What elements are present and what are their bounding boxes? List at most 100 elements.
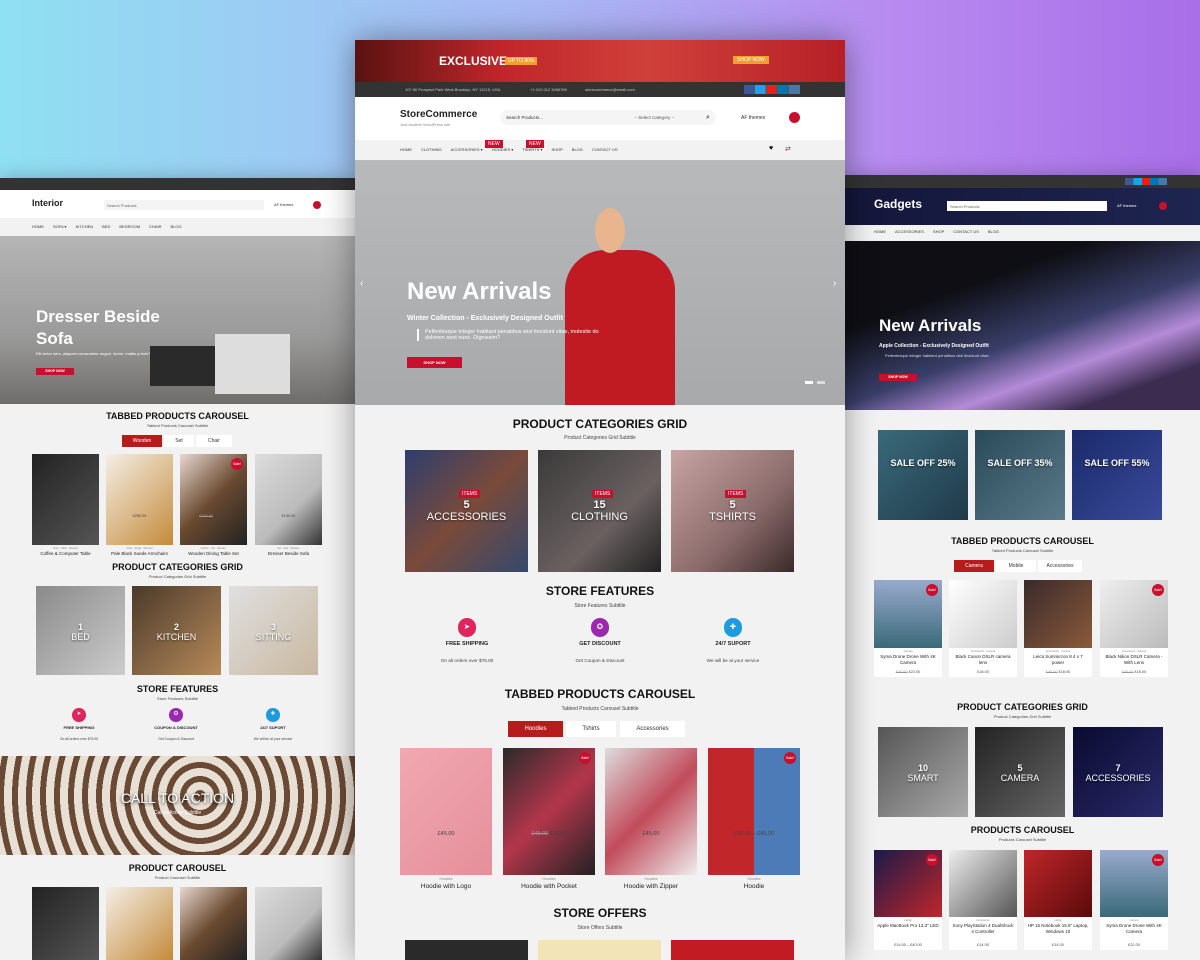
category-tile[interactable]: 5 TSHIRTS ITEMS (671, 450, 794, 572)
product-name[interactable]: Hoodie with Logo (400, 883, 492, 891)
product-image[interactable] (255, 454, 322, 545)
product-card[interactable]: Kitchen · Set · Wooden Wooden Dining Tab… (180, 454, 247, 556)
product-name[interactable]: Hoodie with Pocket (503, 883, 595, 891)
product-card[interactable] (180, 887, 247, 960)
product-image[interactable] (949, 580, 1017, 648)
nav-item[interactable]: BED (102, 224, 110, 229)
product-category[interactable]: Laptop (874, 919, 942, 922)
call-to-action-banner[interactable]: CALL TO ACTION Call to Action Subtitle (0, 756, 355, 855)
nav-item-shop[interactable]: SHOP (551, 147, 562, 152)
product-name[interactable]: Sony PlayStation 4 DualShock 4 Controlle… (949, 923, 1017, 934)
product-card[interactable]: Accessories Sony PlayStation 4 DualShock… (949, 850, 1017, 950)
logo[interactable]: Gadgets (874, 197, 922, 211)
product-card[interactable]: Chair · Table · Wooden Coffee & Computer… (32, 454, 99, 556)
account-link[interactable]: AF themes (1117, 203, 1136, 208)
product-name[interactable]: Syma Drone Drone With 4K Camera (874, 654, 942, 665)
product-name[interactable]: HP 15 Notebook 15.6" Laptop, Windows 10 (1024, 923, 1092, 934)
product-image[interactable] (255, 887, 322, 960)
product-card[interactable]: Chair · Single · Wooden Pale Black Suede… (106, 454, 173, 556)
nav-item-contact[interactable]: CONTACT US (592, 147, 618, 152)
product-card[interactable]: Accessories · Camera Black Canon DSLR ca… (949, 580, 1017, 677)
product-name[interactable]: Black Nikon DSLR Camera - With Lens (1100, 654, 1168, 665)
nav-item-home[interactable]: HOME (400, 147, 412, 152)
product-category[interactable]: Camera (874, 650, 942, 653)
tab-camera[interactable]: Camera (954, 560, 994, 572)
product-name[interactable]: Syma Drone Drone With 4K Camera (1100, 923, 1168, 934)
slider-dots[interactable] (805, 381, 825, 384)
product-category[interactable]: Laptop (1024, 919, 1092, 922)
category-tile[interactable]: 2 KITCHEN (132, 586, 221, 675)
nav-item-accessories[interactable]: ACCESSORIES ▾ (451, 147, 483, 152)
shop-now-button[interactable]: SHOP NOW (879, 374, 917, 381)
product-category[interactable]: Kitchen · Set · Wooden (180, 547, 247, 550)
category-select[interactable]: -- Select Category -- (630, 110, 700, 125)
product-image[interactable] (32, 454, 99, 545)
nav-item[interactable]: CONTACT US (953, 229, 979, 234)
social-icons[interactable] (744, 85, 800, 94)
product-card[interactable]: Camera Syma Drone Drone With 4K Camera £… (1100, 850, 1168, 950)
product-image[interactable] (106, 454, 173, 545)
product-card[interactable]: Hoodies Hoodie with Zipper £45.00 (605, 748, 697, 890)
product-category[interactable]: Accessories · Camera (1024, 650, 1092, 653)
product-image[interactable] (503, 748, 595, 875)
nav-item-blog[interactable]: BLOG (572, 147, 583, 152)
tab-chair[interactable]: Chair (196, 435, 232, 447)
tab-mobile[interactable]: Mobile (996, 560, 1036, 572)
cart-icon[interactable] (313, 201, 321, 209)
product-card[interactable]: Accessories · Camera Black Nikon DSLR Ca… (1100, 580, 1168, 677)
product-name[interactable]: Pale Black Suede Armchairs (106, 551, 173, 557)
product-name[interactable]: Wooden Dining Table Set (180, 551, 247, 557)
shop-now-button[interactable]: SHOP NOW (407, 357, 462, 368)
product-card[interactable]: Camera Syma Drone Drone With 4K Camera £… (874, 580, 942, 677)
category-tile[interactable]: 5 ACCESSORIES ITEMS (405, 450, 528, 572)
product-category[interactable]: Hoodies (400, 877, 492, 881)
product-image[interactable] (708, 748, 800, 875)
product-name[interactable]: Black Canon DSLR camera lens (949, 654, 1017, 665)
product-name[interactable]: Dresser Beside Sofa (255, 551, 322, 557)
tab-tshirts[interactable]: Tshirts (566, 721, 616, 737)
product-image[interactable] (180, 887, 247, 960)
nav-item[interactable]: BLOG (171, 224, 182, 229)
sale-banner[interactable]: SALE OFF 35% (975, 430, 1065, 520)
product-category[interactable]: Chair · Single · Wooden (106, 547, 173, 550)
nav-item[interactable]: HOME (874, 229, 886, 234)
social-icons[interactable] (1125, 178, 1167, 185)
account-link[interactable]: AF themes (274, 202, 293, 207)
product-image[interactable] (32, 887, 99, 960)
product-card[interactable] (106, 887, 173, 960)
product-image[interactable] (949, 850, 1017, 917)
category-tile[interactable]: 3 SITTING (229, 586, 318, 675)
product-card[interactable]: Accessories · Camera Leica Summicron 8.4… (1024, 580, 1092, 677)
nav-item[interactable]: CHAIR (149, 224, 161, 229)
prev-arrow-icon[interactable]: ‹ (360, 278, 363, 289)
product-image[interactable] (605, 748, 697, 875)
product-category[interactable]: Chair · Table · Wooden (32, 547, 99, 550)
nav-item[interactable]: ACCESSORIES (895, 229, 924, 234)
category-tile[interactable]: 15 CLOTHING ITEMS (538, 450, 661, 572)
product-category[interactable]: Accessories (949, 919, 1017, 922)
product-image[interactable] (1024, 580, 1092, 648)
product-name[interactable]: Apple MacBook Pro 13.3" LED (874, 923, 942, 929)
search-input[interactable]: Search Products... (500, 110, 630, 125)
shop-now-button[interactable]: SHOP NOW (36, 368, 74, 375)
product-category[interactable]: Hoodies (708, 877, 800, 881)
product-image[interactable] (106, 887, 173, 960)
product-category[interactable]: Hoodies (605, 877, 697, 881)
product-card[interactable]: Hoodies Hoodie with Pocket £45.00 £35.00… (503, 748, 595, 890)
category-tile[interactable]: 5 CAMERA (975, 727, 1065, 817)
promo-cta[interactable]: SHOP NOW (733, 56, 769, 64)
nav-item[interactable]: SHOP (933, 229, 944, 234)
product-card[interactable]: Set · Sofa · Wooden Dresser Beside Sofa … (255, 454, 322, 556)
account-link[interactable]: AF themes (741, 115, 765, 121)
sale-banner[interactable]: SALE OFF 55% (1072, 430, 1162, 520)
product-card[interactable]: Hoodies Hoodie £42.00 – £45.00 Sale! (708, 748, 800, 890)
nav-item[interactable]: KITCHEN (76, 224, 94, 229)
product-name[interactable]: Leica Summicron 8.4 x 7 power (1024, 654, 1092, 665)
product-name[interactable]: Coffee & Computer Table (32, 551, 99, 557)
tab-set[interactable]: Set (164, 435, 194, 447)
category-tile[interactable]: 7 ACCESSORIES (1073, 727, 1163, 817)
product-name[interactable]: Hoodie (708, 883, 800, 891)
nav-item[interactable]: BEDROOM (119, 224, 140, 229)
product-category[interactable]: Camera (1100, 919, 1168, 922)
offer-card[interactable] (538, 940, 661, 960)
